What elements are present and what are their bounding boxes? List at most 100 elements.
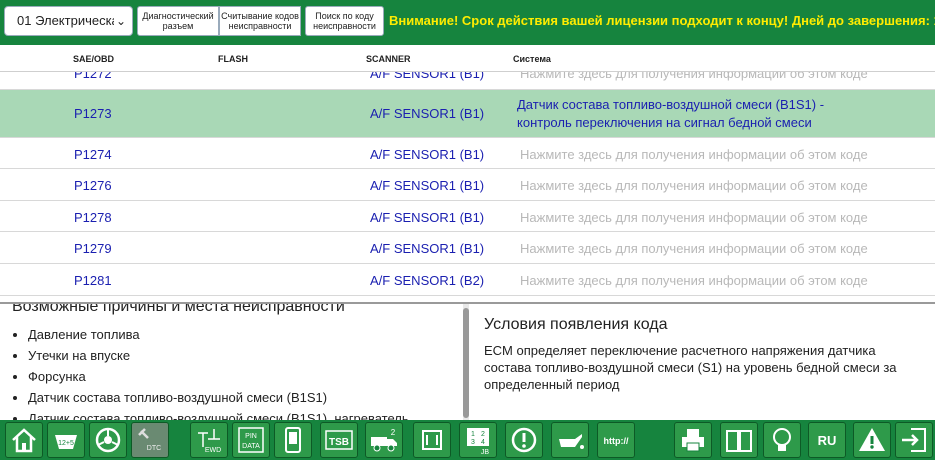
scanner-name: A/F SENSOR1 (B2) bbox=[370, 273, 485, 288]
dtc-code[interactable]: P1279 bbox=[74, 241, 112, 256]
read-dtc-label: Считывание кодов неисправности bbox=[221, 11, 299, 31]
list-item: Давление топлива bbox=[28, 324, 409, 345]
search-by-code-button[interactable]: Поиск по коду неисправности bbox=[305, 6, 384, 36]
manual-icon bbox=[726, 430, 752, 452]
exit-icon bbox=[902, 428, 926, 452]
column-header-flash[interactable]: FLASH bbox=[218, 54, 248, 64]
table-row[interactable]: P1274 A/F SENSOR1 (B1) Нажмите здесь для… bbox=[0, 138, 935, 169]
system-select[interactable]: 01 Электрическа ⌄ bbox=[4, 6, 133, 36]
table-header: SAE/OBD FLASH SCANNER Система bbox=[0, 45, 935, 72]
search-by-code-label: Поиск по коду неисправности bbox=[313, 11, 376, 31]
warning-circle-button[interactable] bbox=[505, 422, 543, 458]
dtc-table: P1272 A/F SENSOR1 (B1) Нажмите здесь для… bbox=[0, 72, 935, 302]
causes-list: Давление топлива Утечки на впуске Форсун… bbox=[28, 324, 409, 420]
scanner-name: A/F SENSOR1 (B1) bbox=[370, 106, 485, 121]
dtc-code[interactable]: P1278 bbox=[74, 210, 112, 225]
tablet-button[interactable] bbox=[274, 422, 312, 458]
dtc-code[interactable]: P1276 bbox=[74, 178, 112, 193]
dtc-code[interactable]: P1281 bbox=[74, 273, 112, 288]
diagnostic-connector-label: Диагностический разъем bbox=[142, 11, 214, 31]
dtc-code[interactable]: P1273 bbox=[74, 106, 112, 121]
svg-text:12+5: 12+5 bbox=[58, 440, 74, 447]
code-info-link[interactable]: Нажмите здесь для получения информации о… bbox=[520, 241, 868, 256]
tsb-button[interactable]: TSB bbox=[320, 422, 358, 458]
causes-title: Возможные причины и места неисправности bbox=[12, 304, 345, 315]
wheel-button[interactable] bbox=[89, 422, 127, 458]
printer-icon bbox=[682, 429, 704, 452]
dtc-code[interactable]: P1274 bbox=[74, 147, 112, 162]
hint-button[interactable] bbox=[763, 422, 801, 458]
scanner-name: A/F SENSOR1 (B1) bbox=[370, 241, 485, 256]
oil-can-icon bbox=[559, 434, 584, 449]
diagnostic-connector-button[interactable]: Диагностический разъем bbox=[137, 6, 219, 36]
jb-icon: 1 23 4 JB bbox=[467, 428, 490, 455]
conditions-panel: Условия появления кода ECM определяет пе… bbox=[472, 304, 935, 420]
exit-button[interactable] bbox=[895, 422, 933, 458]
wheel-icon bbox=[95, 427, 121, 453]
table-row[interactable]: P1279 A/F SENSOR1 (B1) Нажмите здесь для… bbox=[0, 232, 935, 264]
table-row[interactable]: P1272 A/F SENSOR1 (B1) Нажмите здесь для… bbox=[0, 72, 935, 90]
svg-text:4: 4 bbox=[481, 439, 485, 446]
conditions-text: ECM определяет переключение расчетного н… bbox=[484, 343, 897, 392]
http-button[interactable]: http:// bbox=[597, 422, 635, 458]
table-row-selected[interactable]: P1273 A/F SENSOR1 (B1) Датчик состава то… bbox=[0, 90, 935, 138]
manual-button[interactable] bbox=[720, 422, 758, 458]
ewd-button[interactable]: EWD bbox=[190, 422, 228, 458]
code-info-link[interactable]: Нажмите здесь для получения информации о… bbox=[520, 147, 868, 162]
license-warning: Внимание! Срок действия вашей лицензии п… bbox=[389, 13, 935, 28]
truck-icon: 2 bbox=[371, 428, 397, 452]
code-description[interactable]: Датчик состава топливо-воздушной смеси (… bbox=[517, 96, 877, 132]
code-info-link[interactable]: Нажмите здесь для получения информации о… bbox=[520, 273, 868, 288]
code-info-link[interactable]: Нажмите здесь для получения информации о… bbox=[520, 210, 868, 225]
dtc-icon: DTC bbox=[138, 428, 161, 452]
table-row[interactable]: P1281 A/F SENSOR1 (B2) Нажмите здесь для… bbox=[0, 264, 935, 296]
truck-button[interactable]: 2 bbox=[365, 422, 403, 458]
alert-button[interactable] bbox=[853, 422, 891, 458]
conditions-title: Условия появления кода bbox=[484, 316, 668, 333]
ewd-icon: EWD bbox=[198, 429, 221, 454]
alert-triangle-icon bbox=[859, 428, 885, 451]
language-icon: RU bbox=[817, 432, 837, 448]
column-header-system[interactable]: Система bbox=[513, 54, 551, 64]
svg-text:2: 2 bbox=[481, 431, 485, 438]
scrollbar-thumb[interactable] bbox=[463, 308, 469, 418]
fuse-button[interactable] bbox=[413, 422, 451, 458]
list-item: Утечки на впуске bbox=[28, 345, 409, 366]
pin-data-button[interactable]: PIN DATA bbox=[232, 422, 270, 458]
svg-text:http://: http:// bbox=[604, 436, 629, 446]
svg-text:PIN: PIN bbox=[245, 433, 257, 440]
svg-text:2: 2 bbox=[391, 428, 396, 437]
tsb-icon: TSB bbox=[325, 430, 353, 450]
svg-text:1: 1 bbox=[471, 431, 475, 438]
column-header-scanner[interactable]: SCANNER bbox=[366, 54, 411, 64]
print-button[interactable] bbox=[674, 422, 712, 458]
top-bar: 01 Электрическа ⌄ Диагностический разъем… bbox=[0, 0, 935, 45]
column-header-sae-obd[interactable]: SAE/OBD bbox=[73, 54, 114, 64]
chevron-down-icon: ⌄ bbox=[114, 11, 128, 31]
bottom-toolbar: 12+5 DTC EWD PIN DATA TSB 2 1 2 3 4 JB http:/… bbox=[0, 420, 935, 460]
list-item: Датчик состава топливо-воздушной смеси (… bbox=[28, 387, 409, 408]
panel-scrollbar[interactable] bbox=[463, 304, 469, 420]
connector-button[interactable]: 12+5 bbox=[47, 422, 85, 458]
dtc-code[interactable]: P1272 bbox=[74, 72, 112, 81]
scanner-name: A/F SENSOR1 (B1) bbox=[370, 72, 485, 81]
table-row[interactable]: P1278 A/F SENSOR1 (B1) Нажмите здесь для… bbox=[0, 201, 935, 232]
list-item: Форсунка bbox=[28, 366, 409, 387]
svg-text:JB: JB bbox=[481, 449, 490, 455]
read-dtc-button[interactable]: Считывание кодов неисправности bbox=[219, 6, 301, 36]
junction-block-button[interactable]: 1 2 3 4 JB bbox=[459, 422, 497, 458]
warning-circle-icon bbox=[511, 427, 537, 453]
svg-text:3: 3 bbox=[471, 439, 475, 446]
svg-text:DTC: DTC bbox=[147, 445, 161, 452]
scanner-name: A/F SENSOR1 (B1) bbox=[370, 147, 485, 162]
language-button[interactable]: RU bbox=[808, 422, 846, 458]
home-button[interactable] bbox=[5, 422, 43, 458]
code-info-link[interactable]: Нажмите здесь для получения информации о… bbox=[520, 72, 868, 81]
http-icon: http:// bbox=[604, 436, 629, 446]
dtc-button[interactable]: DTC bbox=[131, 422, 169, 458]
oil-button[interactable] bbox=[551, 422, 589, 458]
code-info-link[interactable]: Нажмите здесь для получения информации о… bbox=[520, 178, 868, 193]
home-icon bbox=[12, 428, 36, 453]
scanner-name: A/F SENSOR1 (B1) bbox=[370, 178, 485, 193]
table-row[interactable]: P1276 A/F SENSOR1 (B1) Нажмите здесь для… bbox=[0, 169, 935, 201]
